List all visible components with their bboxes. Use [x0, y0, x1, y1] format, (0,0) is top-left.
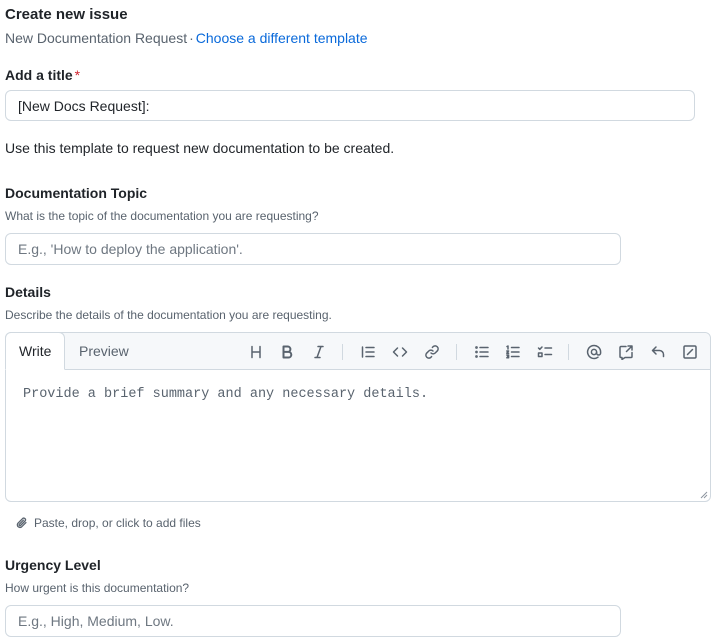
urgency-label: Urgency Level [5, 557, 101, 573]
title-label: Add a title * [5, 67, 80, 83]
details-help: Describe the details of the documentatio… [5, 308, 332, 322]
reply-icon[interactable] [647, 341, 669, 363]
markdown-editor: Write Preview [5, 332, 711, 502]
bold-icon[interactable] [276, 341, 298, 363]
resize-handle-icon[interactable] [700, 491, 708, 499]
topic-input[interactable] [5, 233, 621, 265]
details-label: Details [5, 284, 51, 300]
title-label-text: Add a title [5, 67, 73, 83]
topic-label: Documentation Topic [5, 185, 148, 201]
details-textarea[interactable] [7, 371, 709, 500]
separator-dot: · [189, 30, 194, 46]
required-mark: * [74, 67, 81, 83]
fullscreen-icon[interactable] [679, 341, 701, 363]
italic-icon[interactable] [308, 341, 330, 363]
tab-preview[interactable]: Preview [66, 333, 142, 370]
mention-icon[interactable] [583, 341, 605, 363]
paperclip-icon [16, 517, 27, 529]
task-list-icon[interactable] [534, 341, 556, 363]
toolbar-divider [342, 344, 343, 360]
attach-files[interactable]: Paste, drop, or click to add files [15, 516, 201, 530]
choose-template-link[interactable]: Choose a different template [196, 30, 368, 46]
quote-icon[interactable] [357, 341, 379, 363]
template-name: New Documentation Request [5, 30, 188, 46]
urgency-input[interactable] [5, 605, 621, 637]
tab-write[interactable]: Write [5, 332, 66, 370]
code-icon[interactable] [389, 341, 411, 363]
toolbar-divider [568, 344, 569, 360]
title-input[interactable] [5, 90, 695, 121]
attach-files-text: Paste, drop, or click to add files [34, 516, 201, 530]
ordered-list-icon[interactable] [502, 341, 524, 363]
heading-icon[interactable] [245, 341, 267, 363]
toolbar-divider [456, 344, 457, 360]
unordered-list-icon[interactable] [471, 341, 493, 363]
template-subtitle: New Documentation Request · Choose a diffe… [5, 30, 368, 46]
editor-toolbar: Write Preview [5, 332, 710, 370]
link-icon[interactable] [421, 341, 443, 363]
reference-icon[interactable] [615, 341, 637, 363]
urgency-help: How urgent is this documentation? [5, 581, 190, 595]
template-description: Use this template to request new documen… [5, 140, 395, 156]
topic-help: What is the topic of the documentation y… [5, 209, 319, 223]
page-title: Create new issue [5, 6, 128, 23]
